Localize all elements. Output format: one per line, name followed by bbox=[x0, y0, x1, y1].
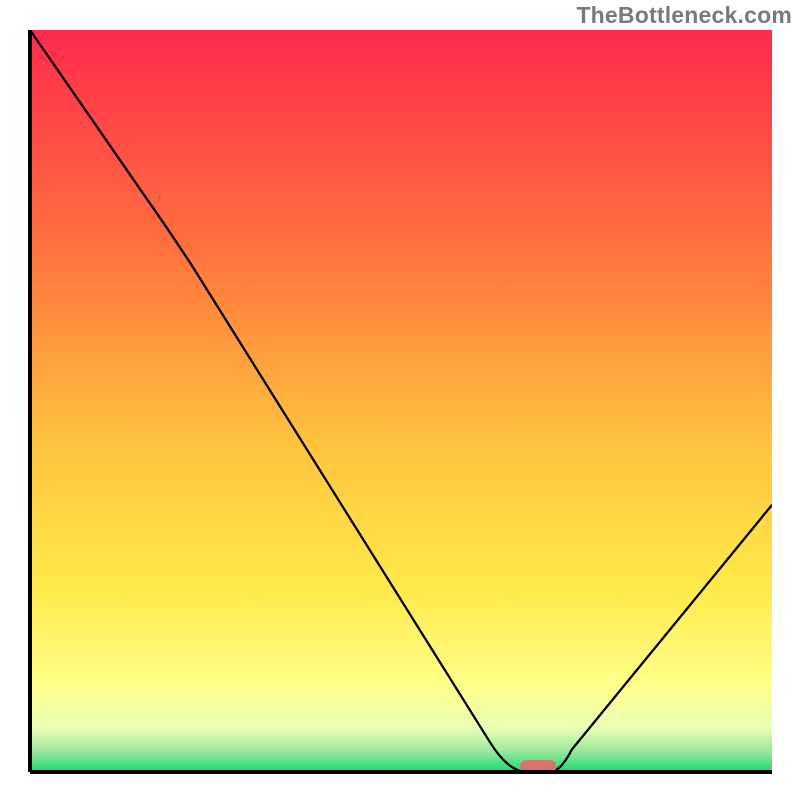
bottleneck-chart bbox=[0, 0, 800, 800]
plot-background bbox=[30, 30, 772, 772]
chart-container: TheBottleneck.com bbox=[0, 0, 800, 800]
